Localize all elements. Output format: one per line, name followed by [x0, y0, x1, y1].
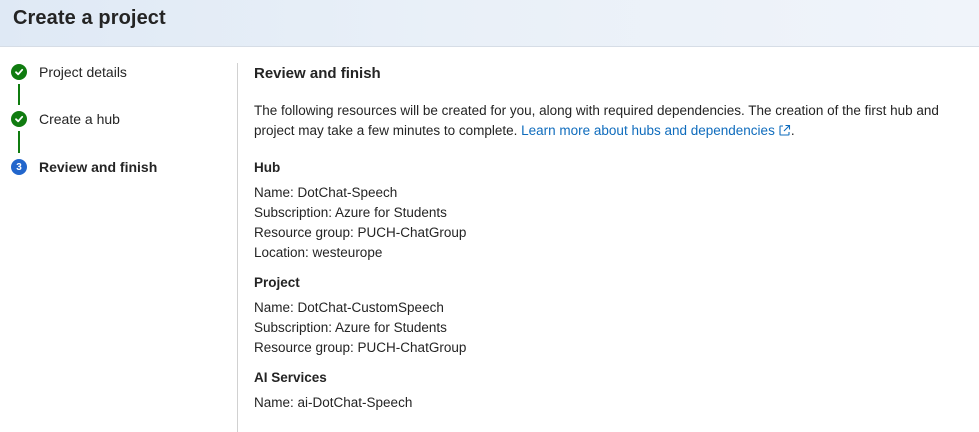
hub-subscription: Subscription: Azure for Students [254, 205, 447, 220]
step-create-hub[interactable]: Create a hub [11, 110, 120, 128]
hub-resource-group: Resource group: PUCH-ChatGroup [254, 225, 467, 240]
step-project-details[interactable]: Project details [11, 63, 127, 81]
dialog-header: Create a project [0, 0, 979, 47]
checkmark-circle-icon [11, 64, 27, 80]
intro-paragraph: The following resources will be created … [254, 101, 972, 143]
project-name: Name: DotChat-CustomSpeech [254, 300, 444, 315]
open-external-icon [778, 123, 791, 143]
step-number-icon: 3 [11, 159, 27, 175]
ai-services-heading: AI Services [254, 370, 327, 385]
step-review-finish[interactable]: 3 Review and finish [11, 158, 157, 176]
wizard-stepper: Project details Create a hub 3 Review an… [0, 47, 237, 432]
hub-location: Location: westeurope [254, 245, 383, 260]
step-connector [18, 84, 20, 105]
divider [237, 63, 238, 432]
step-label: Project details [39, 64, 127, 80]
hub-heading: Hub [254, 160, 281, 175]
intro-trailing: . [790, 123, 795, 138]
hub-name: Name: DotChat-Speech [254, 185, 398, 200]
project-resource-group: Resource group: PUCH-ChatGroup [254, 340, 467, 355]
ai-services-name: Name: ai-DotChat-Speech [254, 395, 413, 410]
section-heading: Review and finish [254, 65, 381, 82]
checkmark-circle-icon [11, 111, 27, 127]
step-label: Create a hub [39, 111, 120, 127]
project-subscription: Subscription: Azure for Students [254, 320, 447, 335]
learn-more-link[interactable]: Learn more about hubs and dependencies [521, 123, 791, 138]
learn-more-link-text: Learn more about hubs and dependencies [521, 123, 775, 138]
project-heading: Project [254, 275, 300, 290]
page-title: Create a project [13, 7, 166, 29]
step-label: Review and finish [39, 159, 158, 175]
step-connector [18, 131, 20, 153]
